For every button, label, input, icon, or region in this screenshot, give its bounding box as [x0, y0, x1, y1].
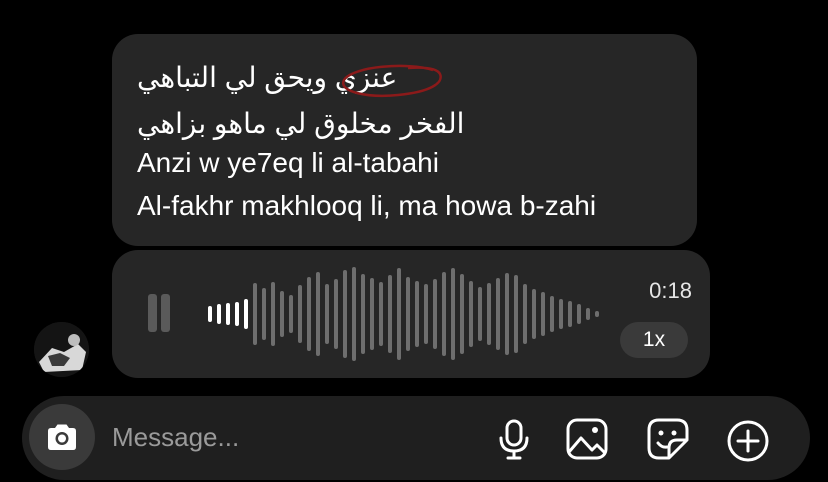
waveform-bar	[487, 283, 491, 345]
waveform-bar	[478, 287, 482, 341]
message-bubble[interactable]: عنزي ويحق لي التباهي الفخر مخلوق لي ماهو…	[112, 34, 697, 246]
waveform-bar	[577, 304, 581, 324]
waveform-bar	[298, 285, 302, 343]
waveform-bar	[397, 268, 401, 360]
waveform-bar	[226, 303, 230, 325]
waveform-bar	[262, 288, 266, 340]
microphone-icon	[499, 419, 529, 460]
waveform-bar	[469, 281, 473, 347]
waveform-bar	[280, 291, 284, 337]
camera-icon	[48, 424, 76, 450]
waveform[interactable]	[208, 250, 608, 378]
message-line-2: الفخر مخلوق لي ماهو بزاهي	[137, 108, 465, 139]
waveform-bar	[415, 281, 419, 347]
waveform-bar	[271, 282, 275, 346]
waveform-bar	[316, 272, 320, 356]
waveform-bar	[595, 311, 599, 317]
waveform-bar	[496, 278, 500, 350]
waveform-bar	[343, 270, 347, 358]
avatar[interactable]	[34, 322, 89, 377]
waveform-bar	[325, 284, 329, 344]
waveform-bar	[388, 275, 392, 353]
waveform-bar	[235, 302, 239, 326]
message-input[interactable]	[112, 414, 472, 460]
waveform-bar	[244, 299, 248, 329]
waveform-bar	[370, 278, 374, 350]
waveform-bar	[361, 274, 365, 354]
playback-speed-button[interactable]: 1x	[620, 322, 688, 358]
waveform-bar	[460, 274, 464, 354]
waveform-bar	[586, 308, 590, 320]
sticker-button[interactable]	[645, 416, 691, 462]
plus-circle-icon	[727, 420, 769, 462]
camera-button[interactable]	[29, 404, 95, 470]
waveform-bar	[424, 284, 428, 344]
message-line-4: Al-fakhr makhlooq li, ma howa b-zahi	[137, 190, 597, 221]
waveform-bar	[406, 277, 410, 351]
waveform-bar	[433, 279, 437, 349]
voice-message-bubble[interactable]: 0:18 1x	[112, 250, 710, 378]
waveform-bar	[307, 277, 311, 351]
waveform-bar	[568, 301, 572, 327]
gallery-button[interactable]	[564, 416, 610, 462]
voice-duration: 0:18	[649, 278, 692, 303]
message-line-3: Anzi w ye7eq li al-tabahi	[137, 147, 439, 178]
waveform-bar	[253, 283, 257, 345]
waveform-bar	[514, 275, 518, 353]
waveform-bar	[451, 268, 455, 360]
sticker-icon	[647, 418, 689, 460]
waveform-bar	[442, 272, 446, 356]
message-line-1: عنزي ويحق لي التباهي	[137, 62, 398, 93]
waveform-bar	[334, 279, 338, 349]
message-composer	[22, 396, 810, 480]
waveform-bar	[208, 306, 212, 322]
microphone-button[interactable]	[491, 416, 537, 462]
waveform-bar	[379, 282, 383, 346]
waveform-bar	[352, 267, 356, 361]
waveform-bar	[541, 292, 545, 336]
waveform-bar	[523, 284, 527, 344]
gallery-icon	[566, 418, 608, 460]
waveform-bar	[559, 299, 563, 329]
waveform-bar	[532, 289, 536, 339]
waveform-bar	[505, 273, 509, 355]
pause-icon[interactable]	[148, 294, 172, 332]
waveform-bar	[289, 295, 293, 333]
add-button[interactable]	[723, 416, 769, 462]
waveform-bar	[550, 296, 554, 332]
waveform-bar	[217, 304, 221, 324]
